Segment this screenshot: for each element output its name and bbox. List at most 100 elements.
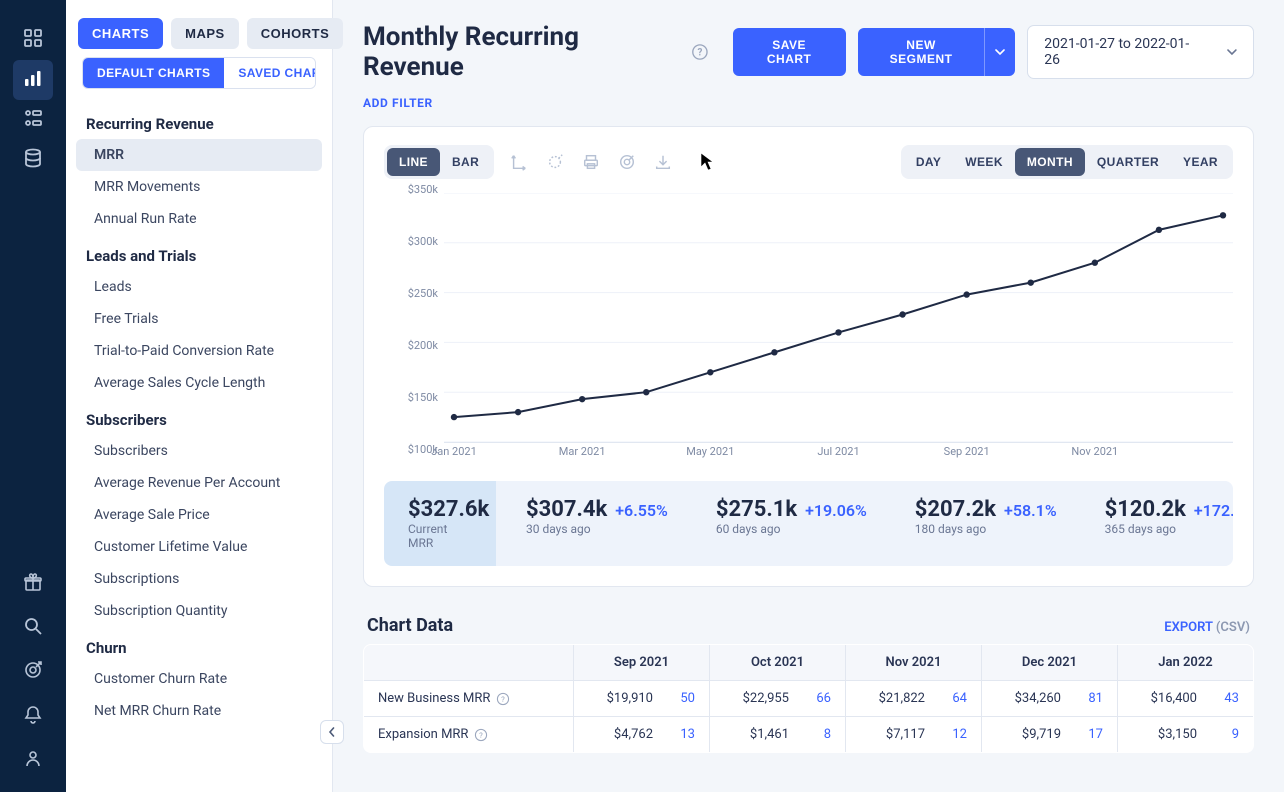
rail-item-segments[interactable] bbox=[13, 100, 53, 140]
x-tick-label: Mar 2021 bbox=[559, 445, 606, 458]
stat-delta: +6.55% bbox=[615, 501, 668, 520]
stat-label: 180 days ago bbox=[915, 522, 1057, 536]
sidebar-item[interactable]: Leads bbox=[76, 271, 322, 303]
svg-text:?: ? bbox=[502, 694, 506, 703]
sidebar-item[interactable]: Free Trials bbox=[76, 303, 322, 335]
dashboard-icon bbox=[23, 28, 43, 52]
sidebar-item[interactable]: Trial-to-Paid Conversion Rate bbox=[76, 335, 322, 367]
rail-item-bell[interactable] bbox=[13, 696, 53, 736]
sidebar-subtab-default-charts[interactable]: DEFAULT CHARTS bbox=[83, 58, 224, 88]
sidebar-subtab-saved-charts[interactable]: SAVED CHARTS bbox=[224, 58, 316, 88]
sidebar-collapse-handle[interactable] bbox=[320, 720, 344, 744]
question-icon[interactable]: ? bbox=[496, 692, 510, 706]
granularity-week[interactable]: WEEK bbox=[953, 148, 1015, 176]
rail-item-gift[interactable] bbox=[13, 564, 53, 604]
sidebar-tab-maps[interactable]: MAPS bbox=[171, 18, 239, 49]
sidebar-group-head: Subscribers bbox=[66, 399, 332, 435]
new-segment-button[interactable]: NEW SEGMENT bbox=[858, 28, 985, 76]
add-filter-button[interactable]: ADD FILTER bbox=[363, 96, 433, 110]
sidebar-item[interactable]: Subscriptions bbox=[76, 563, 322, 595]
export-csv-button[interactable]: EXPORT (CSV) bbox=[1164, 620, 1250, 635]
view-toggle-line[interactable]: LINE bbox=[387, 148, 440, 176]
table-cell: $4,76213 bbox=[574, 717, 710, 753]
sidebar-item[interactable]: Subscription Quantity bbox=[76, 595, 322, 627]
granularity-month[interactable]: MONTH bbox=[1015, 148, 1085, 176]
rail-item-search[interactable] bbox=[13, 608, 53, 648]
sidebar-item[interactable]: Net MRR Churn Rate bbox=[76, 695, 322, 727]
view-toggle-bar[interactable]: BAR bbox=[440, 148, 491, 176]
chart-data-table: Sep 2021Oct 2021Nov 2021Dec 2021Jan 2022… bbox=[363, 644, 1254, 753]
target-icon bbox=[23, 660, 43, 684]
y-tick-label: $150k bbox=[408, 391, 438, 395]
rail-item-dashboard[interactable] bbox=[13, 20, 53, 60]
main-content: Monthly Recurring Revenue ? SAVE CHART N… bbox=[333, 0, 1284, 792]
sidebar-tab-cohorts[interactable]: COHORTS bbox=[247, 18, 344, 49]
x-tick-label: Jul 2021 bbox=[817, 445, 859, 458]
stat-compare: $275.1k+19.06%60 days ago bbox=[692, 481, 891, 566]
rail-item-profile[interactable] bbox=[13, 740, 53, 780]
sidebar-item[interactable]: Average Sale Price bbox=[76, 499, 322, 531]
rail-item-target[interactable] bbox=[13, 652, 53, 692]
chart-view-toggle: LINEBAR bbox=[384, 145, 494, 179]
table-cell: $3,1509 bbox=[1118, 717, 1254, 753]
goal-icon[interactable] bbox=[618, 153, 636, 171]
table-column-header: Oct 2021 bbox=[710, 645, 846, 681]
gift-icon bbox=[23, 572, 43, 596]
download-icon[interactable] bbox=[654, 153, 672, 171]
sidebar-item[interactable]: MRR bbox=[76, 139, 322, 171]
stat-compare: $307.4k+6.55%30 days ago bbox=[502, 481, 692, 566]
svg-text:?: ? bbox=[697, 48, 702, 59]
sidebar-main-tabs: CHARTSMAPSCOHORTS bbox=[66, 0, 332, 57]
sidebar-item[interactable]: MRR Movements bbox=[76, 171, 322, 203]
chevron-left-icon bbox=[327, 727, 337, 737]
bell-icon bbox=[23, 704, 43, 728]
stat-label: 30 days ago bbox=[526, 522, 668, 536]
question-icon[interactable]: ? bbox=[691, 43, 709, 61]
y-tick-label: $350k bbox=[408, 183, 438, 203]
table-row-head: Expansion MRR? bbox=[364, 717, 574, 753]
print-icon[interactable] bbox=[582, 153, 600, 171]
x-tick-label: May 2021 bbox=[686, 445, 734, 458]
rail-item-charts[interactable] bbox=[13, 60, 53, 100]
stat-summary-row: $327.6k Current MRR $307.4k+6.55%30 days… bbox=[384, 481, 1233, 566]
sidebar: CHARTSMAPSCOHORTS DEFAULT CHARTSSAVED CH… bbox=[66, 0, 333, 792]
table-column-header: Dec 2021 bbox=[982, 645, 1118, 681]
compare-icon[interactable] bbox=[546, 153, 564, 171]
search-icon bbox=[23, 616, 43, 640]
sidebar-item[interactable]: Average Sales Cycle Length bbox=[76, 367, 322, 399]
table-row: New Business MRR?$19,91050$22,95566$21,8… bbox=[364, 681, 1254, 717]
save-chart-button[interactable]: SAVE CHART bbox=[733, 28, 846, 76]
sidebar-tab-charts[interactable]: CHARTS bbox=[78, 18, 163, 49]
stat-label: 365 days ago bbox=[1105, 522, 1233, 536]
granularity-day[interactable]: DAY bbox=[904, 148, 953, 176]
stat-compare: $207.2k+58.1%180 days ago bbox=[891, 481, 1081, 566]
page-title: Monthly Recurring Revenue ? bbox=[363, 22, 709, 82]
sidebar-item[interactable]: Annual Run Rate bbox=[76, 203, 322, 235]
table-row-head: New Business MRR? bbox=[364, 681, 574, 717]
table-column-header bbox=[364, 645, 574, 681]
granularity-year[interactable]: YEAR bbox=[1171, 148, 1230, 176]
sidebar-item[interactable]: Customer Churn Rate bbox=[76, 663, 322, 695]
stat-current-mrr: $327.6k Current MRR bbox=[384, 481, 496, 566]
sidebar-group-head: Leads and Trials bbox=[66, 235, 332, 271]
stat-value: $327.6k bbox=[408, 497, 472, 522]
table-cell: $21,82264 bbox=[846, 681, 982, 717]
question-icon[interactable]: ? bbox=[474, 728, 488, 742]
sidebar-item[interactable]: Customer Lifetime Value bbox=[76, 531, 322, 563]
rail-item-database[interactable] bbox=[13, 140, 53, 180]
table-cell: $34,26081 bbox=[982, 681, 1118, 717]
table-cell: $9,71917 bbox=[982, 717, 1118, 753]
page-title-text: Monthly Recurring Revenue bbox=[363, 22, 683, 82]
sidebar-item[interactable]: Average Revenue Per Account bbox=[76, 467, 322, 499]
granularity-quarter[interactable]: QUARTER bbox=[1085, 148, 1171, 176]
granularity-toggle: DAYWEEKMONTHQUARTERYEAR bbox=[901, 145, 1233, 179]
new-segment-dropdown-toggle[interactable] bbox=[984, 28, 1015, 76]
axes-icon[interactable] bbox=[510, 153, 528, 171]
table-cell: $22,95566 bbox=[710, 681, 846, 717]
stat-value: $120.2k bbox=[1105, 497, 1186, 522]
sidebar-item[interactable]: Subscribers bbox=[76, 435, 322, 467]
y-tick-label: $250k bbox=[408, 287, 438, 299]
date-range-text: 2021-01-27 to 2022-01-26 bbox=[1044, 36, 1203, 68]
date-range-picker[interactable]: 2021-01-27 to 2022-01-26 bbox=[1027, 25, 1254, 79]
stat-compare: $120.2k+172.61%365 days ago bbox=[1081, 481, 1233, 566]
